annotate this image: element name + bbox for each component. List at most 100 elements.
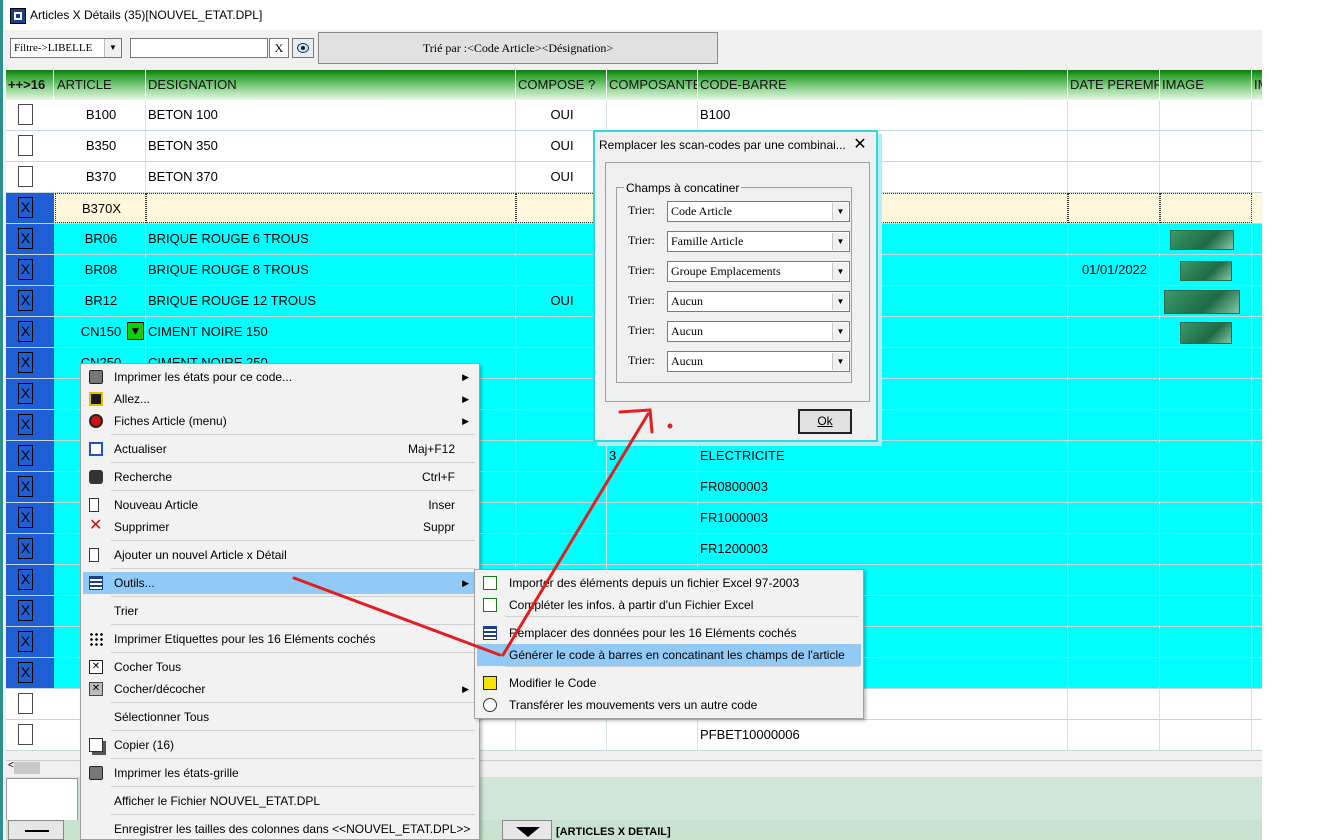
menu-item-13[interactable]: Sélectionner Tous: [83, 706, 477, 728]
chevron-down-icon[interactable]: ▼: [104, 39, 121, 57]
column-header-compose[interactable]: COMPOSE ?: [516, 70, 607, 100]
cell-composante[interactable]: [607, 534, 698, 564]
menu-item-1[interactable]: Allez... ▶: [83, 388, 477, 410]
row-selector[interactable]: X: [6, 503, 54, 533]
cell-date[interactable]: [1068, 131, 1160, 161]
field-combo-5[interactable]: Aucun ▼: [667, 351, 850, 372]
row-checkbox[interactable]: X: [18, 662, 33, 683]
row-checkbox[interactable]: X: [18, 197, 33, 218]
row-selector[interactable]: X: [6, 255, 54, 285]
clear-search-button[interactable]: X: [269, 38, 289, 58]
menu-item-0[interactable]: Imprimer les états pour ce code... ▶: [83, 366, 477, 388]
cell-article[interactable]: B100: [55, 100, 146, 130]
row-checkbox[interactable]: X: [18, 352, 33, 373]
cell-compose[interactable]: [516, 534, 607, 564]
row-selector[interactable]: X: [6, 410, 54, 440]
cell-article[interactable]: B370: [55, 162, 146, 192]
bottom-input[interactable]: [6, 778, 78, 822]
submenu-item-2[interactable]: Remplacer des données pour les 16 Elémen…: [477, 622, 861, 644]
cell-image[interactable]: [1160, 534, 1252, 564]
cell-date[interactable]: [1068, 534, 1160, 564]
row-selector[interactable]: [6, 100, 54, 130]
menu-item-17[interactable]: Enregistrer les tailles des colonnes dan…: [83, 818, 477, 839]
cell-date[interactable]: [1068, 286, 1160, 316]
cell-designation[interactable]: BRIQUE ROUGE 8 TROUS: [146, 255, 516, 285]
row-selector[interactable]: X: [6, 379, 54, 409]
hamburger-menu-button[interactable]: [8, 820, 64, 840]
row-checkbox[interactable]: [18, 693, 33, 714]
field-combo-3[interactable]: Aucun ▼: [667, 291, 850, 312]
column-header-designation[interactable]: DESIGNATION: [146, 70, 516, 100]
cell-article[interactable]: B350: [55, 131, 146, 161]
row-selector[interactable]: X: [6, 627, 54, 657]
cell-composante[interactable]: [607, 472, 698, 502]
row-selector[interactable]: X: [6, 317, 54, 347]
cell-image[interactable]: [1160, 596, 1252, 626]
row-selector[interactable]: [6, 131, 54, 161]
row-checkbox[interactable]: [18, 135, 33, 156]
chevron-down-icon[interactable]: ▼: [832, 203, 848, 220]
down-arrow-button[interactable]: [502, 820, 552, 840]
cell-image[interactable]: [1160, 348, 1252, 378]
field-combo-1[interactable]: Famille Article ▼: [667, 231, 850, 252]
scroll-left-icon[interactable]: <: [8, 760, 14, 771]
cell-date[interactable]: [1068, 100, 1160, 130]
cell-designation[interactable]: CIMENT NOIRE 150: [146, 317, 516, 347]
column-header-image-2[interactable]: IM: [1252, 70, 1262, 100]
row-selector[interactable]: X: [6, 193, 54, 223]
scroll-thumb[interactable]: [14, 762, 40, 774]
menu-item-8[interactable]: Outils... ▶: [83, 572, 477, 594]
row-checkbox[interactable]: [18, 724, 33, 745]
row-checkbox[interactable]: X: [18, 600, 33, 621]
row-selector[interactable]: [6, 162, 54, 192]
row-checkbox[interactable]: X: [18, 383, 33, 404]
cell-article[interactable]: BR12: [55, 286, 146, 316]
column-header-date[interactable]: DATE PEREMPTION: [1068, 70, 1160, 100]
cell-date[interactable]: [1068, 224, 1160, 254]
row-checkbox[interactable]: [18, 104, 33, 125]
column-header-image[interactable]: IMAGE: [1160, 70, 1252, 100]
row-checkbox[interactable]: X: [18, 228, 33, 249]
row-selector[interactable]: X: [6, 441, 54, 471]
cell-designation[interactable]: BRIQUE ROUGE 6 TROUS: [146, 224, 516, 254]
cell-designation[interactable]: BETON 370: [146, 162, 516, 192]
cell-codebarre[interactable]: FR1000003: [698, 503, 1068, 533]
cell-composante[interactable]: [607, 100, 698, 130]
filter-combo[interactable]: Filtre->LIBELLE ▼: [10, 38, 122, 58]
cell-date[interactable]: [1068, 472, 1160, 502]
cell-compose[interactable]: [516, 472, 607, 502]
row-checkbox[interactable]: X: [18, 445, 33, 466]
cell-image[interactable]: [1160, 193, 1252, 223]
chevron-down-icon[interactable]: ▼: [832, 323, 848, 340]
menu-item-11[interactable]: ✕ Cocher Tous: [83, 656, 477, 678]
table-row[interactable]: B100 BETON 100 OUI B100: [6, 100, 1262, 131]
submenu-item-4[interactable]: Modifier le Code: [477, 672, 861, 694]
row-checkbox[interactable]: X: [18, 538, 33, 559]
cell-date[interactable]: 01/01/2022: [1068, 255, 1160, 285]
cell-composante[interactable]: 3: [607, 441, 698, 471]
menu-item-7[interactable]: Ajouter un nouvel Article x Détail: [83, 544, 477, 566]
submenu-item-3[interactable]: Générer le code à barres en concatinant …: [477, 644, 861, 666]
cell-codebarre[interactable]: FR1200003: [698, 534, 1068, 564]
row-checkbox[interactable]: X: [18, 476, 33, 497]
cell-codebarre[interactable]: PFBET10000006: [698, 720, 1068, 750]
row-selector[interactable]: X: [6, 565, 54, 595]
cell-date[interactable]: [1068, 162, 1160, 192]
cell-date[interactable]: [1068, 193, 1160, 223]
row-checkbox[interactable]: X: [18, 259, 33, 280]
close-icon[interactable]: ✕: [850, 135, 870, 155]
column-header-composante[interactable]: COMPOSANTE: [607, 70, 698, 100]
row-selector[interactable]: X: [6, 596, 54, 626]
chevron-down-icon[interactable]: ▼: [832, 353, 848, 370]
row-checkbox[interactable]: X: [18, 507, 33, 528]
cell-composante[interactable]: [607, 503, 698, 533]
cell-image[interactable]: [1160, 720, 1252, 750]
menu-item-9[interactable]: Trier: [83, 600, 477, 622]
row-selector[interactable]: X: [6, 472, 54, 502]
cell-designation[interactable]: BRIQUE ROUGE 12 TROUS: [146, 286, 516, 316]
ok-button[interactable]: Ok: [798, 409, 852, 434]
column-header-count[interactable]: ++>16: [6, 70, 54, 100]
cell-date[interactable]: [1068, 720, 1160, 750]
cell-image[interactable]: [1160, 472, 1252, 502]
row-selector[interactable]: [6, 689, 54, 719]
